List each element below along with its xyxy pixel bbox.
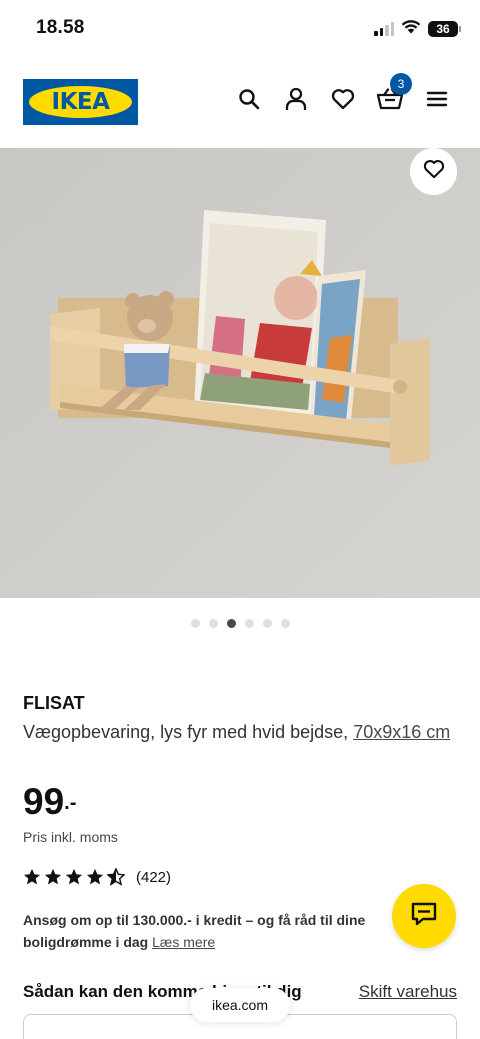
rating-count: (422) (136, 868, 172, 886)
status-time: 18.58 (36, 17, 85, 38)
product-price: 99 .- (23, 780, 76, 824)
ikea-logo[interactable]: IKEA (23, 79, 138, 125)
star-icon (23, 868, 41, 885)
favorites-icon[interactable] (330, 86, 356, 112)
credit-promo: Ansøg om op til 130.000.- i kredit – og … (23, 909, 393, 953)
product-rating[interactable]: (422) (23, 868, 171, 886)
menu-icon[interactable] (424, 86, 450, 112)
carousel-dot[interactable] (280, 619, 290, 628)
shelf-illustration (0, 148, 480, 598)
price-note: Pris inkl. moms (23, 829, 118, 845)
signal-icon (374, 22, 394, 36)
carousel-dot[interactable] (226, 619, 236, 628)
star-icon (86, 868, 104, 885)
battery-icon: 36 (428, 21, 461, 37)
product-description: Vægopbevaring, lys fyr med hvid bejdse, … (23, 718, 463, 746)
star-icon (65, 868, 83, 885)
cart-count-badge: 3 (390, 73, 412, 95)
heart-icon (423, 159, 445, 184)
price-suffix: .- (64, 792, 77, 814)
product-image[interactable] (0, 148, 480, 598)
carousel-dots (0, 619, 480, 628)
chat-button[interactable] (392, 884, 456, 948)
book-cover (194, 210, 326, 421)
header-actions: 3 (236, 73, 450, 112)
status-bar: 18.58 36 (0, 0, 480, 56)
product-description-text: Vægopbevaring, lys fyr med hvid bejdse, (23, 722, 349, 742)
price-amount: 99 (23, 781, 65, 822)
product-name: FLISAT (23, 693, 85, 713)
site-header: IKEA 3 (0, 70, 480, 134)
carousel-dot[interactable] (244, 619, 254, 628)
wifi-icon (401, 19, 421, 39)
star-icon (44, 868, 62, 885)
product-dimensions-link[interactable]: 70x9x16 cm (353, 722, 450, 742)
carousel-dot[interactable] (190, 619, 200, 628)
search-icon[interactable] (236, 86, 262, 112)
read-more-link[interactable]: Læs mere (152, 934, 215, 950)
browser-url-pill[interactable]: ikea.com (190, 988, 290, 1022)
status-icons: 36 (374, 19, 461, 39)
account-icon[interactable] (283, 86, 309, 112)
chat-icon (411, 902, 437, 931)
add-to-favorites-button[interactable] (410, 148, 457, 195)
carousel-dot[interactable] (208, 619, 218, 628)
carousel-dot[interactable] (262, 619, 272, 628)
logo-text: IKEA (51, 89, 110, 115)
cart-icon[interactable]: 3 (377, 73, 412, 112)
half-star-icon (107, 868, 125, 886)
change-store-link[interactable]: Skift varehus (359, 982, 457, 1002)
